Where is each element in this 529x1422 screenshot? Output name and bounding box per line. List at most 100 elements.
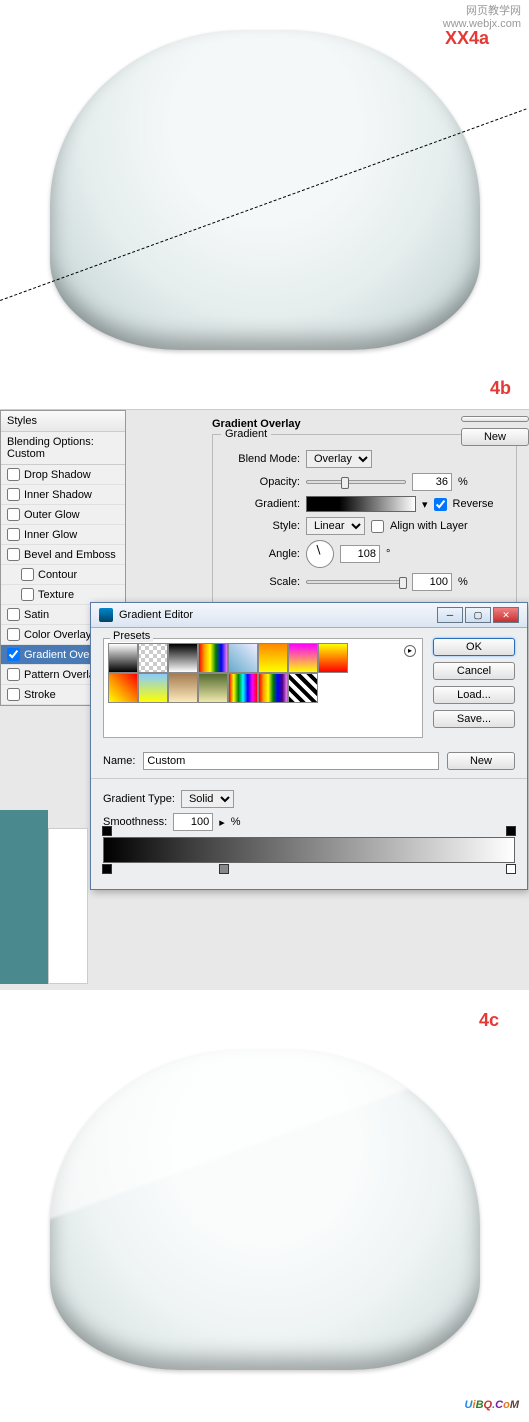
scale-input[interactable] xyxy=(412,573,452,591)
style-checkbox[interactable] xyxy=(7,528,20,541)
style-item-drop-shadow[interactable]: Drop Shadow xyxy=(1,465,125,485)
gradient-overlay-panel: Gradient Overlay Gradient Blend Mode: Ov… xyxy=(200,410,529,615)
style-checkbox[interactable] xyxy=(7,688,20,701)
opacity-input[interactable] xyxy=(412,473,452,491)
presets-box: Presets ▸ xyxy=(103,638,423,738)
footer-logo: UiBQ.CoM xyxy=(465,1391,519,1414)
preset-swatch[interactable] xyxy=(108,673,138,703)
mouse-shape-4c xyxy=(50,1050,480,1370)
preset-swatch[interactable] xyxy=(198,673,228,703)
cancel-button[interactable]: Cancel xyxy=(433,662,515,680)
style-checkbox[interactable] xyxy=(7,608,20,621)
style-label: Bevel and Emboss xyxy=(24,549,116,561)
style-item-bevel-and-emboss[interactable]: Bevel and Emboss xyxy=(1,545,125,565)
minimize-button[interactable]: ─ xyxy=(437,607,463,623)
opacity-stop-left[interactable] xyxy=(102,826,112,836)
style-item-inner-shadow[interactable]: Inner Shadow xyxy=(1,485,125,505)
reverse-checkbox[interactable] xyxy=(434,498,447,511)
style-checkbox[interactable] xyxy=(7,488,20,501)
presets-menu-icon[interactable]: ▸ xyxy=(404,645,416,657)
save-button[interactable]: Save... xyxy=(433,710,515,728)
style-checkbox[interactable] xyxy=(21,588,34,601)
preset-swatch[interactable] xyxy=(168,643,198,673)
gradient-editor-title: Gradient Editor xyxy=(119,609,193,621)
style-checkbox[interactable] xyxy=(7,468,20,481)
opacity-stop-right[interactable] xyxy=(506,826,516,836)
canvas-4c: 4c UiBQ.CoM xyxy=(0,990,529,1420)
style-checkbox[interactable] xyxy=(21,568,34,581)
preset-swatch[interactable] xyxy=(318,643,348,673)
scale-unit: % xyxy=(458,576,468,588)
angle-label: Angle: xyxy=(225,548,300,560)
label-4a: XX4a xyxy=(445,28,489,49)
gradient-bar[interactable] xyxy=(103,837,515,863)
blending-options-row[interactable]: Blending Options: Custom xyxy=(1,432,125,465)
align-label: Align with Layer xyxy=(390,520,468,532)
gradient-dropdown-icon[interactable]: ▾ xyxy=(422,498,428,511)
preset-swatch[interactable] xyxy=(168,673,198,703)
blend-mode-select[interactable]: Overlay xyxy=(306,450,372,468)
name-label: Name: xyxy=(103,755,135,767)
dialog-right-buttons: New xyxy=(461,416,529,446)
load-button[interactable]: Load... xyxy=(433,686,515,704)
angle-input[interactable] xyxy=(340,545,380,563)
preset-swatch-grid xyxy=(108,643,354,703)
style-label: Color Overlay xyxy=(24,629,91,641)
ok-fragment[interactable] xyxy=(461,416,529,422)
styles-header: Styles xyxy=(1,411,125,432)
preset-swatch[interactable] xyxy=(198,643,228,673)
close-button[interactable]: ✕ xyxy=(493,607,519,623)
preset-swatch[interactable] xyxy=(228,673,258,703)
color-stop-left[interactable] xyxy=(102,864,112,874)
smoothness-dropdown-icon[interactable]: ▸ xyxy=(219,816,225,829)
gradient-type-select[interactable]: Solid xyxy=(181,790,234,808)
canvas-4a: 网页教学网 www.webjx.com XX4a 4b xyxy=(0,0,529,410)
app-icon xyxy=(99,608,113,622)
opacity-slider[interactable] xyxy=(306,480,406,484)
preset-swatch[interactable] xyxy=(138,673,168,703)
ok-button[interactable]: OK xyxy=(433,638,515,656)
presets-label: Presets xyxy=(110,630,153,642)
style-item-contour[interactable]: Contour xyxy=(1,565,125,585)
preset-swatch[interactable] xyxy=(288,643,318,673)
style-checkbox[interactable] xyxy=(7,508,20,521)
style-item-inner-glow[interactable]: Inner Glow xyxy=(1,525,125,545)
style-checkbox[interactable] xyxy=(7,648,20,661)
style-label: Gradient Ove xyxy=(24,649,89,661)
style-select[interactable]: Linear xyxy=(306,517,365,535)
style-checkbox[interactable] xyxy=(7,668,20,681)
align-checkbox[interactable] xyxy=(371,520,384,533)
new-style-button[interactable]: New xyxy=(461,428,529,446)
scale-slider[interactable] xyxy=(306,580,406,584)
preset-swatch[interactable] xyxy=(258,643,288,673)
maximize-button[interactable]: ▢ xyxy=(465,607,491,623)
name-input[interactable] xyxy=(143,752,439,770)
style-label: Contour xyxy=(38,569,77,581)
style-item-outer-glow[interactable]: Outer Glow xyxy=(1,505,125,525)
style-label: Inner Glow xyxy=(24,529,77,541)
preset-swatch[interactable] xyxy=(228,643,258,673)
preset-swatch[interactable] xyxy=(258,673,288,703)
preset-swatch[interactable] xyxy=(108,643,138,673)
smoothness-label: Smoothness: xyxy=(103,816,167,828)
opacity-unit: % xyxy=(458,476,468,488)
smoothness-unit: % xyxy=(231,816,241,828)
color-stop-right[interactable] xyxy=(506,864,516,874)
opacity-label: Opacity: xyxy=(225,476,300,488)
gradient-fieldset: Gradient Blend Mode: Overlay Opacity: % … xyxy=(212,434,517,607)
mouse-shape-4a xyxy=(50,30,480,350)
style-label: Stroke xyxy=(24,689,56,701)
label-4b: 4b xyxy=(490,378,511,399)
style-label: Style: xyxy=(225,520,300,532)
preset-swatch[interactable] xyxy=(288,673,318,703)
color-stop-mid[interactable] xyxy=(219,864,229,874)
style-checkbox[interactable] xyxy=(7,628,20,641)
new-gradient-button[interactable]: New xyxy=(447,752,515,770)
preset-swatch[interactable] xyxy=(138,643,168,673)
smoothness-input[interactable] xyxy=(173,813,213,831)
style-checkbox[interactable] xyxy=(7,548,20,561)
style-label: Texture xyxy=(38,589,74,601)
angle-dial[interactable] xyxy=(306,540,334,568)
gradient-editor-titlebar[interactable]: Gradient Editor ─ ▢ ✕ xyxy=(91,603,527,628)
gradient-preview[interactable] xyxy=(306,496,416,512)
